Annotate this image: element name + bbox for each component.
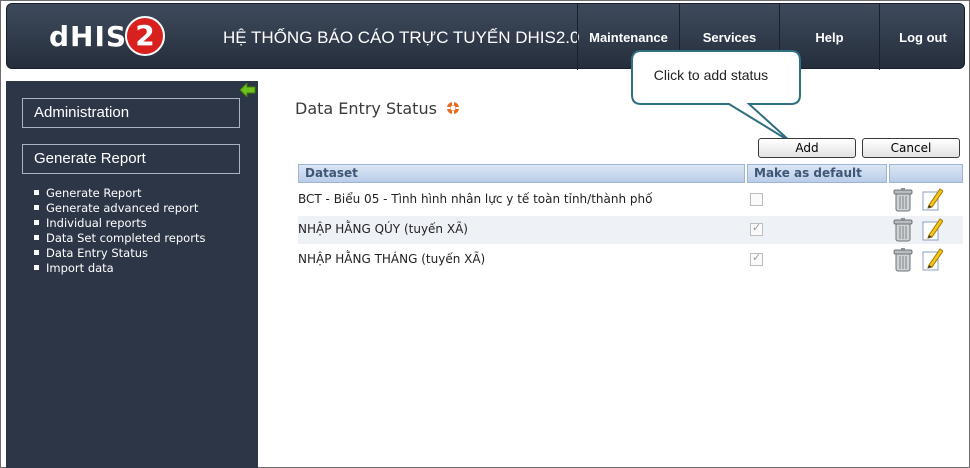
table-row: NHẬP HẰNG QÚY (tuyến XÃ) ✓ — [298, 216, 963, 244]
dataset-name: BCT - Biểu 05 - Tình hình nhân lực y tế … — [298, 192, 653, 206]
sidebar-links: Generate Report Generate advanced report… — [34, 186, 205, 276]
sidebar-section-administration[interactable]: Administration — [22, 98, 240, 128]
sidebar-link-individual-reports[interactable]: Individual reports — [34, 216, 205, 231]
application-window: dHIS 2 HỆ THỐNG BÁO CÁO TRỰC TUYẾN DHIS2… — [0, 0, 970, 468]
bullet-icon — [34, 235, 39, 240]
table-row: NHẬP HẰNG THÁNG (tuyến XÃ) ✓ — [298, 246, 963, 274]
column-header-dataset: Dataset — [298, 164, 745, 183]
bullet-icon — [34, 190, 39, 195]
default-checkbox: ✓ — [750, 221, 763, 236]
edit-pencil-icon[interactable] — [921, 247, 943, 271]
bullet-icon — [34, 250, 39, 255]
sidebar-section-generate-report[interactable]: Generate Report — [22, 144, 240, 174]
help-lifebuoy-icon[interactable] — [446, 101, 460, 115]
edit-pencil-icon[interactable] — [921, 187, 943, 211]
column-header-actions — [889, 164, 963, 183]
default-checkbox — [750, 193, 763, 206]
dhis2-logo[interactable]: dHIS 2 — [49, 16, 167, 60]
logo-number: 2 — [135, 19, 155, 52]
logo-text: dHIS — [49, 20, 128, 53]
cancel-button[interactable]: Cancel — [862, 138, 960, 158]
table-row: BCT - Biểu 05 - Tình hình nhân lực y tế … — [298, 186, 963, 214]
trash-icon[interactable] — [893, 188, 913, 212]
trash-icon[interactable] — [893, 218, 913, 242]
top-header: dHIS 2 HỆ THỐNG BÁO CÁO TRỰC TUYẾN DHIS2… — [6, 3, 966, 70]
column-header-make-as-default: Make as default — [747, 164, 887, 183]
sidebar-link-generate-advanced-report[interactable]: Generate advanced report — [34, 201, 205, 216]
sidebar-link-import-data[interactable]: Import data — [34, 261, 205, 276]
dataset-name: NHẬP HẰNG THÁNG (tuyến XÃ) — [298, 252, 486, 266]
callout-bubble — [631, 50, 801, 143]
bullet-icon — [34, 265, 39, 270]
sidebar-link-data-set-completed-reports[interactable]: Data Set completed reports — [34, 231, 205, 246]
bullet-icon — [34, 205, 39, 210]
dataset-name: NHẬP HẰNG QÚY (tuyến XÃ) — [298, 222, 468, 236]
bullet-icon — [34, 220, 39, 225]
add-button[interactable]: Add — [758, 138, 856, 158]
check-icon: ✓ — [752, 221, 762, 234]
callout-text: Click to add status — [653, 67, 769, 83]
check-icon: ✓ — [752, 251, 762, 264]
page-title: Data Entry Status — [295, 99, 437, 118]
collapse-sidebar-arrow-icon[interactable] — [240, 83, 256, 97]
default-checkbox: ✓ — [750, 251, 763, 266]
nav-logout[interactable]: Log out — [879, 4, 966, 70]
sidebar-link-generate-report[interactable]: Generate Report — [34, 186, 205, 201]
sidebar: Administration Generate Report Generate … — [6, 81, 258, 468]
trash-icon[interactable] — [893, 248, 913, 272]
edit-pencil-icon[interactable] — [921, 217, 943, 241]
sidebar-link-data-entry-status[interactable]: Data Entry Status — [34, 246, 205, 261]
site-title: HỆ THỐNG BÁO CÁO TRỰC TUYẾN DHIS2.0 — [223, 28, 580, 47]
